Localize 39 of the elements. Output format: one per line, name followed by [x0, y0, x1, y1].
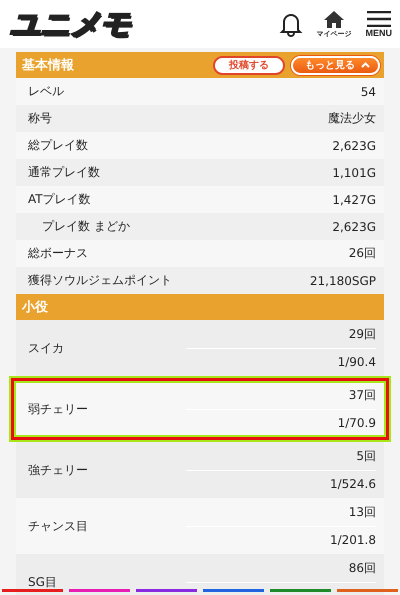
count-value: 86回	[186, 554, 376, 582]
stat-value: 2,623G	[332, 138, 376, 152]
stat-label: 獲得ソウルジェムポイント	[28, 272, 172, 289]
role-label: SG目	[28, 574, 57, 590]
stat-label: 通常プレイ数	[28, 164, 100, 181]
probability-value: 1/201.8	[330, 532, 376, 549]
stat-value: 1,101G	[332, 166, 376, 180]
stat-label: 称号	[28, 110, 52, 127]
stat-label: レベル	[28, 83, 64, 100]
menu-icon	[366, 10, 391, 26]
role-label: スイカ	[28, 340, 64, 356]
stat-value: 54	[360, 84, 376, 98]
probability-value: 1/70.9	[338, 415, 376, 432]
bell-icon[interactable]	[278, 11, 302, 37]
count-value: 5回	[186, 442, 376, 470]
role-label: チャンス目	[28, 518, 88, 534]
stat-label: プレイ数 まどか	[42, 218, 130, 235]
section-title: 小役	[22, 299, 48, 316]
stat-label: 総プレイ数	[28, 137, 88, 154]
probability-value: 1/90.4	[338, 354, 376, 371]
stat-value: 魔法少女	[328, 110, 376, 127]
role-label: 強チェリー	[28, 462, 88, 478]
count-value: 29回	[186, 320, 376, 348]
count-value: 13回	[186, 498, 376, 526]
post-button[interactable]: 投稿する	[213, 56, 285, 74]
role-label: 弱チェリー	[28, 400, 88, 418]
probability-value: 1/524.6	[330, 476, 376, 493]
chevron-up-icon	[361, 62, 370, 68]
stat-value: 1,427G	[332, 192, 376, 206]
home-icon	[323, 10, 345, 28]
stat-value: 26回	[348, 245, 376, 262]
stat-value: 2,623G	[332, 220, 376, 234]
section-title: 基本情報	[22, 57, 74, 74]
logo[interactable]: ユニメモ	[10, 4, 130, 44]
menu-button[interactable]: MENU	[366, 10, 392, 38]
stat-label: 総ボーナス	[28, 245, 88, 262]
stat-value: 21,180SGP	[310, 274, 376, 288]
count-value: 37回	[186, 382, 376, 410]
stat-label: ATプレイ数	[28, 191, 91, 208]
